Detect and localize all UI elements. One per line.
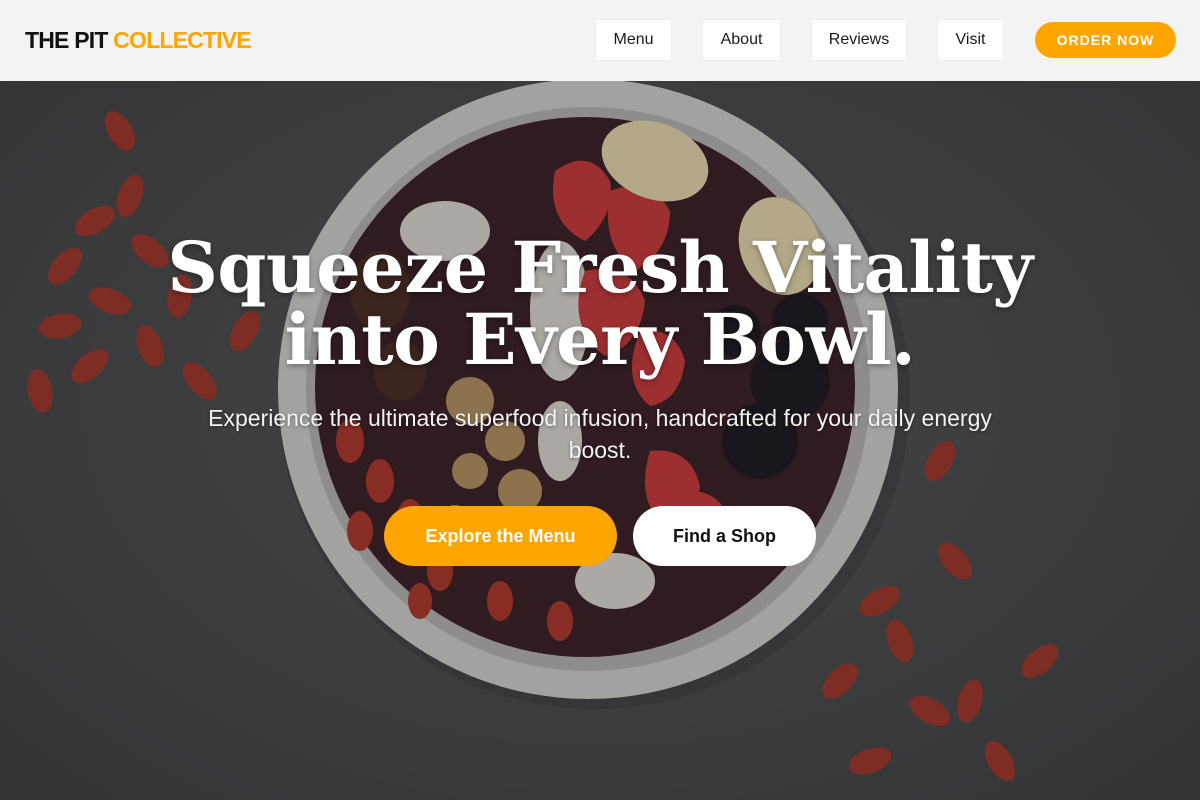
site-header: THE PIT COLLECTIVE Menu About Reviews Vi… <box>0 0 1200 81</box>
brand-name-part1: THE PIT <box>25 27 108 53</box>
order-now-button[interactable]: ORDER NOW <box>1035 22 1176 58</box>
explore-menu-button[interactable]: Explore the Menu <box>384 506 617 566</box>
nav-reviews-link[interactable]: Reviews <box>812 20 906 60</box>
nav-visit-link[interactable]: Visit <box>938 20 1003 60</box>
hero-headline-line2: into Every Bowl. <box>284 298 916 381</box>
hero-headline: Squeeze Fresh Vitality into Every Bowl. <box>0 232 1200 376</box>
brand-logo[interactable]: THE PIT COLLECTIVE <box>25 27 252 53</box>
hero-subheading: Experience the ultimate superfood infusi… <box>208 405 992 463</box>
brand-name-part2: COLLECTIVE <box>113 27 251 53</box>
find-shop-button[interactable]: Find a Shop <box>633 506 816 566</box>
nav-about-link[interactable]: About <box>703 20 780 60</box>
hero-headline-line1: Squeeze Fresh Vitality <box>167 226 1033 309</box>
nav-menu-link[interactable]: Menu <box>596 20 671 60</box>
